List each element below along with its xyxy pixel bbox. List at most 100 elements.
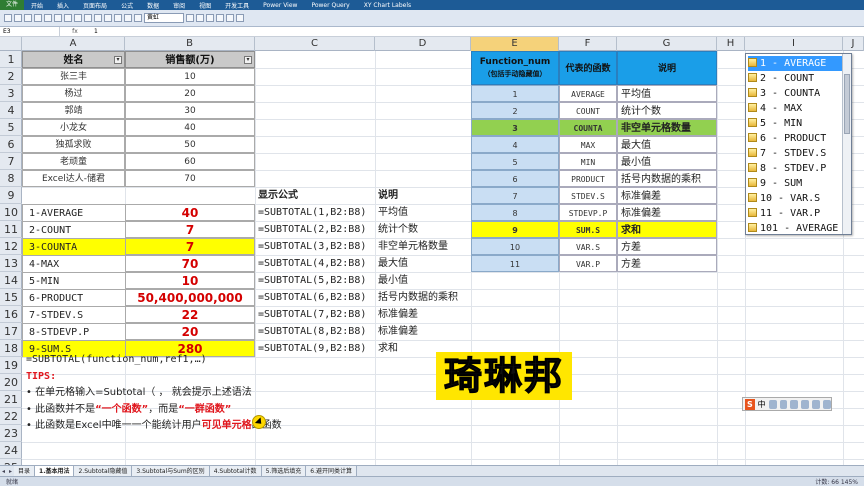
underline-icon[interactable] [64, 14, 72, 22]
autocomplete-item[interactable]: 1 - AVERAGE [748, 56, 842, 71]
function-name-cell[interactable]: PRODUCT [559, 170, 617, 187]
format-painter-icon[interactable] [34, 14, 42, 22]
filter-dropdown-icon[interactable]: ▾ [114, 56, 122, 64]
formula-text-cell[interactable]: =SUBTOTAL(4,B2:B8) [258, 255, 374, 272]
description-cell[interactable]: 标准偏差 [378, 323, 470, 340]
row-header[interactable]: 4 [0, 102, 22, 119]
font-combo[interactable]: 黄虹 [144, 13, 184, 23]
function-num-cell[interactable]: 2 [471, 102, 559, 119]
emoji-icon[interactable] [779, 399, 788, 409]
merge-icon[interactable] [134, 14, 142, 22]
function-name-cell[interactable]: VAR.S [559, 238, 617, 255]
autocomplete-item[interactable]: 2 - COUNT [748, 71, 842, 86]
result-value-cell[interactable]: 50,400,000,000 [125, 289, 255, 306]
autocomplete-item[interactable]: 8 - STDEV.P [748, 161, 842, 176]
function-desc-cell[interactable]: 平均值 [617, 85, 717, 102]
row-header[interactable]: 17 [0, 323, 22, 340]
result-label-cell[interactable]: 8-STDEVP.P [22, 323, 125, 340]
autocomplete-item[interactable]: 101 - AVERAGE [748, 221, 842, 236]
description-cell[interactable]: 统计个数 [378, 221, 470, 238]
ribbon-tab[interactable]: 视图 [192, 1, 218, 10]
result-value-cell[interactable]: 10 [125, 272, 255, 289]
sales-name-cell[interactable]: 小龙女 [22, 119, 125, 136]
function-num-cell[interactable]: 6 [471, 170, 559, 187]
sales-value-cell[interactable]: 30 [125, 102, 255, 119]
sales-value-cell[interactable]: 50 [125, 136, 255, 153]
sheet-tab[interactable]: 6.避开同类计算 [306, 466, 358, 476]
autocomplete-item[interactable]: 4 - MAX [748, 101, 842, 116]
tips-title-line[interactable]: TIPS: [26, 369, 56, 385]
function-desc-cell[interactable]: 求和 [617, 221, 717, 238]
row-header[interactable]: 3 [0, 85, 22, 102]
autocomplete-item[interactable]: 6 - PRODUCT [748, 131, 842, 146]
select-all-corner[interactable] [0, 37, 22, 51]
function-desc-cell[interactable]: 方差 [617, 255, 717, 272]
formula-text-cell[interactable]: =SUBTOTAL(3,B2:B8) [258, 238, 374, 255]
formula-text-cell[interactable]: =SUBTOTAL(7,B2:B8) [258, 306, 374, 323]
next-sheet-arrow-icon[interactable]: ▸ [7, 468, 14, 475]
sales-name-cell[interactable]: 老顽童 [22, 153, 125, 170]
align-left-icon[interactable] [104, 14, 112, 22]
autocomplete-item[interactable]: 5 - MIN [748, 116, 842, 131]
description-cell[interactable]: 最大值 [378, 255, 470, 272]
keyboard-icon[interactable] [801, 399, 810, 409]
function-desc-cell[interactable]: 标准偏差 [617, 204, 717, 221]
header-name-cell[interactable]: 姓名 ▾ [22, 51, 125, 68]
formula-text-cell[interactable]: =SUBTOTAL(9,B2:B8) [258, 340, 374, 357]
function-desc-header[interactable]: 说明 [617, 51, 717, 85]
function-name-cell[interactable]: MIN [559, 153, 617, 170]
ribbon-tab[interactable]: Power Query [304, 2, 356, 9]
function-num-cell[interactable]: 9 [471, 221, 559, 238]
result-value-cell[interactable]: 40 [125, 204, 255, 221]
sogou-ime-icon[interactable]: S [745, 398, 755, 410]
row-header[interactable]: 7 [0, 153, 22, 170]
function-desc-cell[interactable]: 最小值 [617, 153, 717, 170]
row-header[interactable]: 24 [0, 442, 22, 459]
tip-line-2[interactable]: • 此函数并不是“一个函数”，而是“一群函数” [26, 402, 231, 418]
row-header[interactable]: 11 [0, 221, 22, 238]
sort-icon[interactable] [226, 14, 234, 22]
punctuation-icon[interactable] [768, 399, 777, 409]
sales-value-cell[interactable]: 20 [125, 85, 255, 102]
description-cell[interactable]: 括号内数据的乘积 [378, 289, 470, 306]
paste-icon[interactable] [4, 14, 12, 22]
description-cell[interactable]: 非空单元格数量 [378, 238, 470, 255]
sheet-tab[interactable]: 4.Subtotal计数 [209, 466, 262, 476]
ribbon-tab[interactable]: Power View [256, 2, 304, 9]
row-header[interactable]: 16 [0, 306, 22, 323]
function-name-cell[interactable]: COUNT [559, 102, 617, 119]
row-header[interactable]: 12 [0, 238, 22, 255]
function-desc-cell[interactable]: 标准偏差 [617, 187, 717, 204]
name-box[interactable]: E3 [0, 26, 60, 37]
tip-line-1[interactable]: • 在单元格输入=Subtotal（ ， 就会提示上述语法 [26, 385, 252, 401]
row-header[interactable]: 23 [0, 425, 22, 442]
column-header[interactable]: I [745, 37, 843, 51]
ribbon-tab[interactable]: 审阅 [166, 1, 192, 10]
ribbon-tab[interactable]: 开始 [24, 1, 50, 10]
autocomplete-item[interactable]: 9 - SUM [748, 176, 842, 191]
function-name-cell[interactable]: STDEV.S [559, 187, 617, 204]
copy-icon[interactable] [24, 14, 32, 22]
result-value-cell[interactable]: 70 [125, 255, 255, 272]
row-header[interactable]: 19 [0, 357, 22, 374]
row-header[interactable]: 6 [0, 136, 22, 153]
skin-icon[interactable] [812, 399, 821, 409]
function-desc-cell[interactable]: 最大值 [617, 136, 717, 153]
sheet-tab[interactable]: 2.Subtotal隐藏值 [74, 466, 133, 476]
formula-text-cell[interactable]: =SUBTOTAL(2,B2:B8) [258, 221, 374, 238]
sheet-tab[interactable]: 3.Subtotal与Sum的区别 [132, 466, 210, 476]
syntax-line[interactable]: =SUBTOTAL(function_num,ref1,…) [26, 352, 207, 368]
function-desc-cell[interactable]: 括号内数据的乘积 [617, 170, 717, 187]
sales-value-cell[interactable]: 40 [125, 119, 255, 136]
column-header[interactable]: E [471, 37, 559, 51]
function-num-cell[interactable]: 10 [471, 238, 559, 255]
first-sheet-arrow-icon[interactable]: ◂ [0, 468, 7, 475]
function-num-cell[interactable]: 1 [471, 85, 559, 102]
result-label-cell[interactable]: 3-COUNTA [22, 238, 125, 255]
ribbon-tab[interactable]: 公式 [114, 1, 140, 10]
result-label-cell[interactable]: 1-AVERAGE [22, 204, 125, 221]
description-cell[interactable]: 标准偏差 [378, 306, 470, 323]
percent-icon[interactable] [186, 14, 194, 22]
sheet-tab[interactable]: 目录 [14, 466, 36, 476]
ribbon-tab[interactable]: 开发工具 [218, 1, 256, 10]
